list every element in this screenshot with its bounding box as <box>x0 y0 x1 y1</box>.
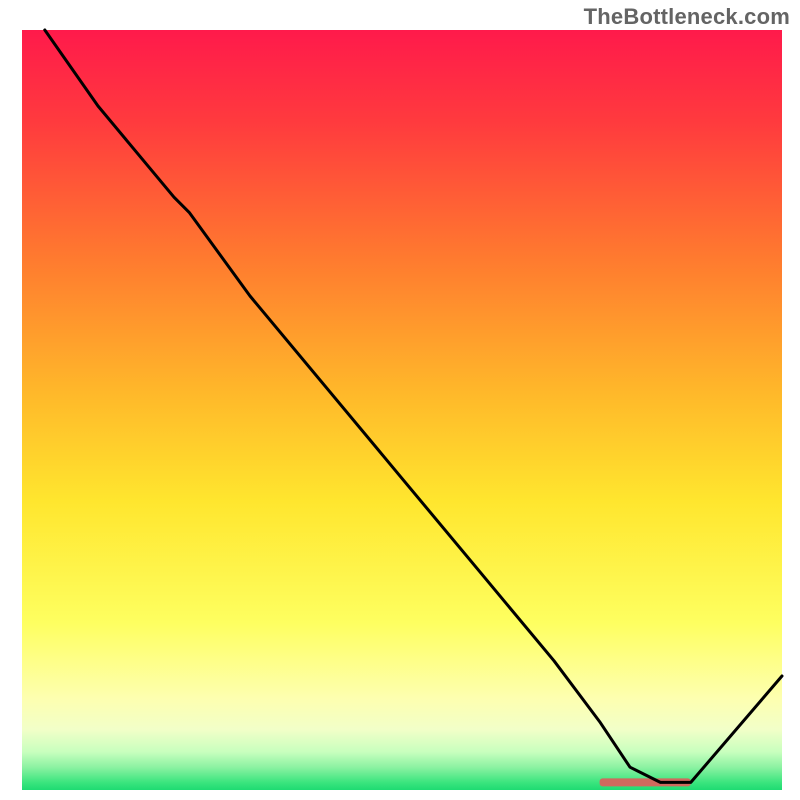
chart-container: TheBottleneck.com <box>0 0 800 800</box>
bottleneck-chart <box>0 0 800 800</box>
watermark-text: TheBottleneck.com <box>584 4 790 30</box>
gradient-background <box>22 30 782 790</box>
